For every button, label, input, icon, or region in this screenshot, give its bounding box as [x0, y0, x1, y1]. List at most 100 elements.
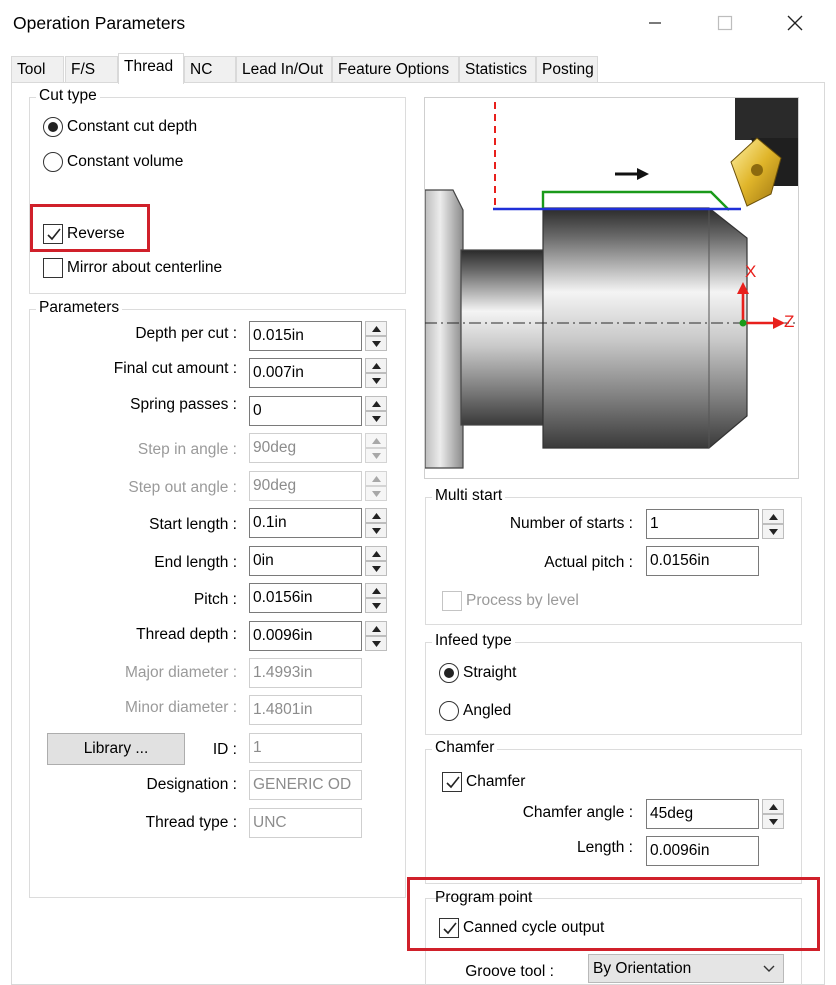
thread-depth-label: Thread depth : [136, 626, 237, 643]
infeed-straight-label[interactable]: Straight [463, 664, 516, 682]
spin-down-button[interactable] [365, 336, 387, 351]
multi-start-title: Multi start [432, 487, 506, 505]
spin-up-button[interactable] [365, 583, 387, 598]
parameters-title: Parameters [36, 299, 123, 317]
close-icon [787, 15, 803, 31]
thread-depth-input[interactable]: 0.0096in [249, 621, 362, 651]
constant-cut-depth-label[interactable]: Constant cut depth [67, 118, 197, 136]
title-bar[interactable]: Operation Parameters [0, 0, 831, 46]
spring-passes-input[interactable]: 0 [249, 396, 362, 426]
infeed-type-title: Infeed type [432, 632, 515, 650]
minimize-button[interactable] [632, 6, 678, 40]
tab-tool[interactable]: Tool [11, 56, 64, 82]
reverse-checkbox[interactable] [43, 224, 63, 244]
spin-up-button[interactable] [365, 546, 387, 561]
number-of-starts-input[interactable]: 1 [646, 509, 759, 539]
tab-feature-options[interactable]: Feature Options [332, 56, 459, 82]
maximize-button[interactable] [702, 6, 748, 40]
caret-up-icon [371, 437, 381, 444]
caret-up-icon [371, 400, 381, 407]
start-length-input[interactable]: 0.1in [249, 508, 362, 538]
end-length-spinner[interactable] [365, 546, 387, 576]
groove-tool-dropdown[interactable]: By Orientation [588, 954, 784, 983]
end-length-input[interactable]: 0in [249, 546, 362, 576]
reverse-label[interactable]: Reverse [67, 225, 125, 243]
tab-nc[interactable]: NC [184, 56, 236, 82]
caret-down-icon [371, 527, 381, 534]
spin-down-button[interactable] [365, 598, 387, 613]
caret-down-icon [768, 818, 778, 825]
infeed-straight-radio[interactable] [439, 663, 459, 683]
caret-up-icon [768, 803, 778, 810]
caret-up-icon [371, 325, 381, 332]
chamfer-length-input[interactable]: 0.0096in [646, 836, 759, 866]
constant-volume-radio[interactable] [43, 152, 63, 172]
mirror-centerline-label[interactable]: Mirror about centerline [67, 259, 222, 277]
spin-down-button[interactable] [365, 636, 387, 651]
thread-depth-spinner[interactable] [365, 621, 387, 651]
spin-up-button[interactable] [365, 321, 387, 336]
tab-thread[interactable]: Thread [118, 53, 184, 84]
minor-diameter-label: Minor diameter : [125, 699, 237, 716]
step-out-angle-spinner [365, 471, 387, 501]
spring-passes-spinner[interactable] [365, 396, 387, 426]
depth-per-cut-input[interactable]: 0.015in [249, 321, 362, 351]
actual-pitch-label: Actual pitch : [544, 554, 633, 571]
spin-down-button[interactable] [365, 373, 387, 388]
spin-down-button[interactable] [762, 524, 784, 539]
infeed-angled-label[interactable]: Angled [463, 702, 511, 720]
chamfer-angle-spinner[interactable] [762, 799, 784, 829]
spin-down-button[interactable] [762, 814, 784, 829]
canned-cycle-output-checkbox[interactable] [439, 918, 459, 938]
spin-down-button[interactable] [365, 561, 387, 576]
tab-posting[interactable]: Posting [536, 56, 598, 82]
caret-up-icon [371, 587, 381, 594]
process-by-level-label: Process by level [466, 592, 579, 609]
spin-down-button[interactable] [365, 411, 387, 426]
designation-field: GENERIC OD [249, 770, 362, 800]
pitch-input[interactable]: 0.0156in [249, 583, 362, 613]
number-of-starts-label: Number of starts : [509, 515, 633, 532]
minor-diameter-field: 1.4801in [249, 695, 362, 725]
actual-pitch-field: 0.0156in [646, 546, 759, 576]
spin-down-button [365, 486, 387, 501]
spin-up-button[interactable] [365, 396, 387, 411]
canned-cycle-output-label[interactable]: Canned cycle output [463, 919, 604, 937]
thread-type-label: Thread type : [145, 814, 237, 831]
final-cut-amount-spinner[interactable] [365, 358, 387, 388]
pitch-spinner[interactable] [365, 583, 387, 613]
constant-cut-depth-radio[interactable] [43, 117, 63, 137]
caret-up-icon [371, 550, 381, 557]
chamfer-checkbox[interactable] [442, 772, 462, 792]
spin-up-button[interactable] [762, 799, 784, 814]
major-diameter-label: Major diameter : [125, 664, 237, 681]
cut-type-title: Cut type [36, 87, 100, 105]
caret-up-icon [371, 625, 381, 632]
depth-per-cut-spinner[interactable] [365, 321, 387, 351]
tab-fs[interactable]: F/S [65, 56, 118, 82]
library-button[interactable]: Library ... [47, 733, 185, 765]
spin-down-button[interactable] [365, 523, 387, 538]
spin-up-button[interactable] [365, 621, 387, 636]
tab-lead-in-out[interactable]: Lead In/Out [236, 56, 332, 82]
spin-up-button[interactable] [762, 509, 784, 524]
final-cut-amount-label: Final cut amount : [113, 360, 237, 377]
mirror-centerline-checkbox[interactable] [43, 258, 63, 278]
spring-passes-label: Spring passes : [130, 396, 237, 413]
tab-statistics[interactable]: Statistics [459, 56, 536, 82]
final-cut-amount-input[interactable]: 0.007in [249, 358, 362, 388]
spin-up-button[interactable] [365, 358, 387, 373]
chamfer-label[interactable]: Chamfer [466, 773, 525, 791]
chamfer-angle-input[interactable]: 45deg [646, 799, 759, 829]
close-button[interactable] [772, 6, 818, 40]
major-diameter-field: 1.4993in [249, 658, 362, 688]
caret-down-icon [371, 377, 381, 384]
number-of-starts-spinner[interactable] [762, 509, 784, 539]
caret-down-icon [371, 490, 381, 497]
constant-volume-label[interactable]: Constant volume [67, 153, 183, 171]
infeed-angled-radio[interactable] [439, 701, 459, 721]
start-length-spinner[interactable] [365, 508, 387, 538]
spin-up-button[interactable] [365, 508, 387, 523]
chevron-down-icon [763, 965, 775, 972]
x-axis-label: X [745, 262, 757, 281]
